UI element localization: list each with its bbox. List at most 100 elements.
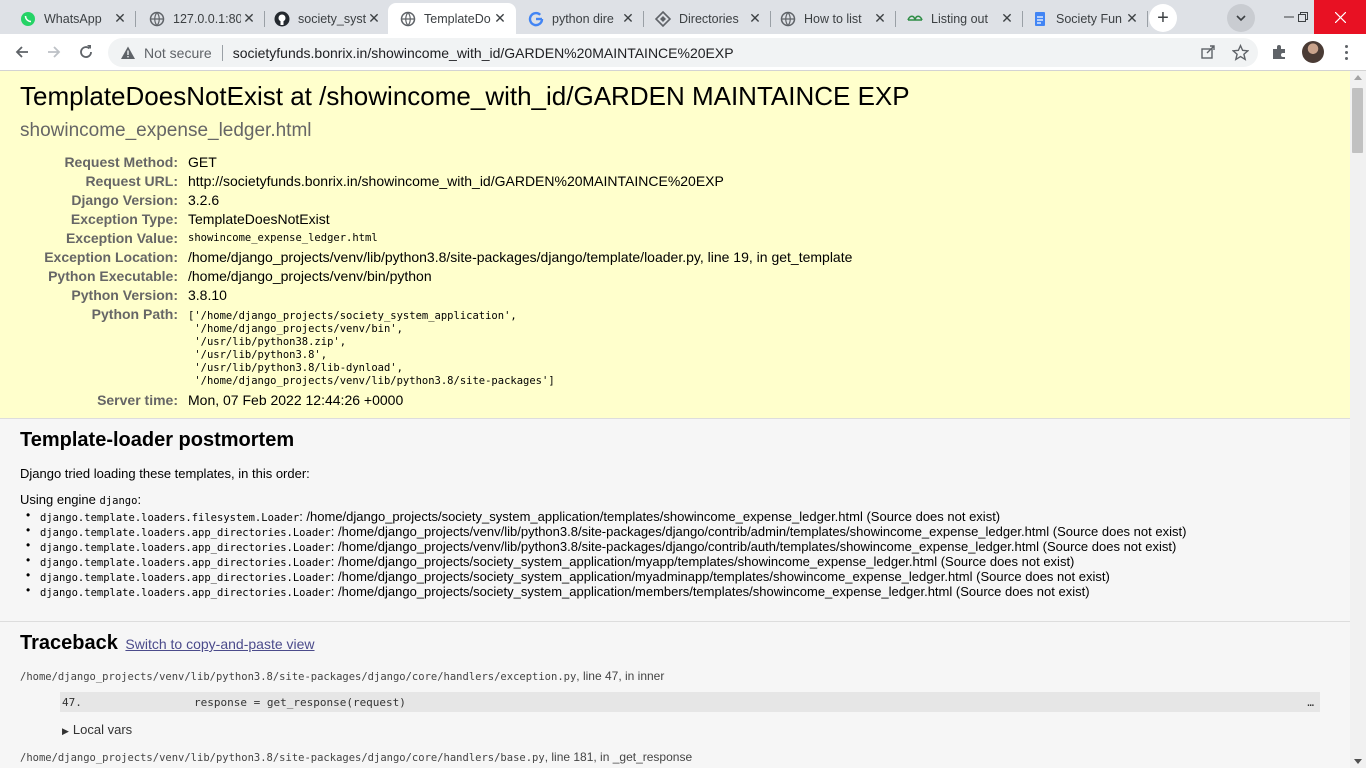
meta-row: Python Path: ['/home/django_projects/soci… xyxy=(20,306,852,392)
meta-label: Python Version: xyxy=(71,287,178,303)
error-summary: TemplateDoesNotExist at /showincome_with… xyxy=(0,71,1350,419)
triangle-right-icon: ▶ xyxy=(62,726,69,736)
postmortem-intro: Django tried loading these templates, in… xyxy=(20,466,310,481)
arrow-right-icon xyxy=(48,46,61,58)
traceback-heading-line: Traceback Switch to copy-and-paste view xyxy=(20,632,1330,655)
scroll-up-arrow-icon[interactable] xyxy=(1354,75,1362,80)
loader-attempts-list: django.template.loaders.filesystem.Loade… xyxy=(26,508,1330,599)
template-path: /home/django_projects/venv/lib/python3.8… xyxy=(338,539,1177,554)
warning-icon[interactable] xyxy=(120,45,136,61)
frame-file-line: /home/django_projects/venv/lib/python3.8… xyxy=(20,669,1330,683)
meta-label: Python Path: xyxy=(91,306,178,322)
error-title: TemplateDoesNotExist at /showincome_with… xyxy=(20,81,910,111)
divider xyxy=(221,44,223,61)
new-tab-button[interactable]: + xyxy=(1149,4,1177,32)
template-path: /home/django_projects/society_system_app… xyxy=(338,554,1075,569)
meta-label: Request Method: xyxy=(64,154,178,170)
close-tab-icon[interactable]: ✕ xyxy=(620,10,636,27)
close-tab-icon[interactable]: ✕ xyxy=(872,10,888,27)
tab-strip: WhatsApp ✕ 127.0.0.1:80 ✕ society_syst ✕ Templ… xyxy=(0,0,1366,34)
tab-title: Directories xyxy=(679,11,739,26)
meta-label: Python Executable: xyxy=(48,268,178,284)
close-tab-icon[interactable]: ✕ xyxy=(1124,10,1140,27)
scroll-down-arrow-icon[interactable] xyxy=(1354,759,1362,764)
globe-icon xyxy=(400,11,416,27)
meta-row: Request Method: GET xyxy=(20,154,852,173)
address-bar[interactable]: Not secure societyfunds.bonrix.in/showin… xyxy=(108,38,1258,67)
meta-row: Request URL: http://societyfunds.bonrix.i… xyxy=(20,173,852,192)
browser-tab[interactable]: Society Fun ✕ xyxy=(1020,3,1148,34)
loader-class: django.template.loaders.app_directories.… xyxy=(40,572,331,584)
frame-file-suffix: , line 47, in inner xyxy=(576,669,665,683)
browser-tab[interactable]: 127.0.0.1:80 ✕ xyxy=(137,3,265,34)
meta-value: /home/django_projects/venv/lib/python3.8… xyxy=(188,249,853,265)
meta-label: Django Version: xyxy=(71,192,178,208)
profile-avatar[interactable] xyxy=(1302,41,1324,63)
close-tab-icon[interactable]: ✕ xyxy=(747,10,763,27)
extensions-icon[interactable] xyxy=(1268,41,1290,63)
close-tab-icon[interactable]: ✕ xyxy=(999,10,1015,27)
meta-label: Exception Type: xyxy=(70,211,178,227)
meta-label: Request URL: xyxy=(85,173,178,189)
loader-attempt: django.template.loaders.app_directories.… xyxy=(26,568,1330,584)
switch-view-link[interactable]: Switch to copy-and-paste view xyxy=(125,636,314,652)
loader-colon: : xyxy=(330,524,339,539)
browser-tab[interactable]: Directories ✕ xyxy=(643,3,771,34)
close-tab-icon[interactable]: ✕ xyxy=(366,10,382,27)
whatsapp-icon xyxy=(20,11,36,27)
tab-separator xyxy=(135,11,136,27)
meta-row: Python Version: 3.8.10 xyxy=(20,287,852,306)
meta-label: Exception Value: xyxy=(65,230,178,246)
url-text[interactable]: societyfunds.bonrix.in/showincome_with_i… xyxy=(233,45,734,61)
reload-icon xyxy=(80,45,92,58)
docs-icon xyxy=(1032,11,1048,27)
browser-tab[interactable]: WhatsApp ✕ xyxy=(8,3,136,34)
forward-button[interactable] xyxy=(40,38,68,66)
meta-value: ['/home/django_projects/society_system_a… xyxy=(188,310,555,387)
scrollbar-thumb[interactable] xyxy=(1352,88,1363,153)
browser-tab[interactable]: TemplateDo ✕ xyxy=(388,3,516,34)
browser-tab[interactable]: python dire ✕ xyxy=(516,3,644,34)
loader-colon: : xyxy=(330,554,339,569)
menu-kebab-icon[interactable] xyxy=(1336,41,1356,63)
tab-title: How to list xyxy=(804,11,862,26)
plus-icon: + xyxy=(1157,6,1169,29)
tab-title: WhatsApp xyxy=(44,11,102,26)
chevron-down-icon xyxy=(1236,15,1246,22)
frame-file-path: /home/django_projects/venv/lib/python3.8… xyxy=(20,752,545,764)
browser-tab[interactable]: How to list ✕ xyxy=(768,3,896,34)
tab-title: python dire xyxy=(552,11,614,26)
close-window-button[interactable] xyxy=(1314,0,1366,34)
traceback-heading: Traceback xyxy=(20,632,118,654)
meta-value: /home/django_projects/venv/bin/python xyxy=(188,268,432,284)
github-icon xyxy=(274,11,290,27)
browser-tab[interactable]: Listing out ✕ xyxy=(895,3,1023,34)
frame-file-suffix: , line 181, in _get_response xyxy=(544,750,693,764)
bookmark-star-icon[interactable] xyxy=(1230,42,1250,62)
not-secure-label[interactable]: Not secure xyxy=(144,45,212,61)
meta-row: Exception Value: showincome_expense_ledge… xyxy=(20,230,852,249)
tab-search-button[interactable] xyxy=(1227,4,1255,32)
browser-tab[interactable]: society_syst ✕ xyxy=(262,3,390,34)
meta-label: Server time: xyxy=(97,392,178,408)
tab-title: Society Fun xyxy=(1056,11,1123,26)
back-button[interactable] xyxy=(8,38,36,66)
local-vars-toggle[interactable]: ▶ Local vars xyxy=(62,722,1330,737)
local-vars-label: Local vars xyxy=(72,722,133,737)
template-path: /home/django_projects/society_system_app… xyxy=(306,509,1001,524)
context-line[interactable]: 47. response = get_response(request) … xyxy=(60,692,1320,712)
close-tab-icon[interactable]: ✕ xyxy=(492,10,508,27)
close-tab-icon[interactable]: ✕ xyxy=(112,10,128,27)
close-tab-icon[interactable]: ✕ xyxy=(241,10,257,27)
template-path: /home/django_projects/society_system_app… xyxy=(338,569,1110,584)
expand-context-ellipsis[interactable]: … xyxy=(1307,696,1314,709)
tab-title: Listing out xyxy=(931,11,988,26)
reload-button[interactable] xyxy=(72,38,100,66)
frame-file-path: /home/django_projects/venv/lib/python3.8… xyxy=(20,671,577,683)
share-icon[interactable] xyxy=(1198,42,1218,62)
close-icon xyxy=(1334,11,1346,23)
page-scrollbar[interactable] xyxy=(1350,71,1366,768)
meta-value: GET xyxy=(188,154,217,170)
engine-suffix: : xyxy=(137,492,142,507)
loader-class: django.template.loaders.app_directories.… xyxy=(40,527,331,539)
